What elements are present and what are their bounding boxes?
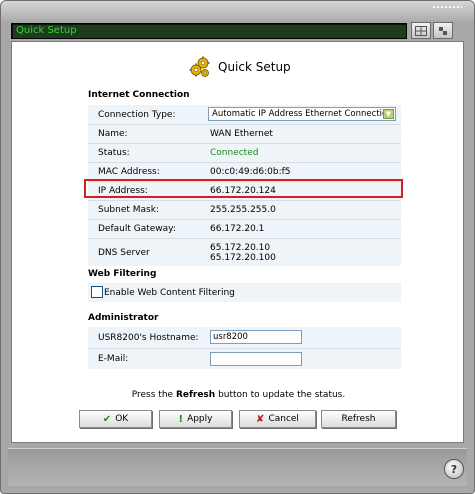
bottom-panel bbox=[8, 448, 467, 486]
mac-address-value: 00:c0:49:d6:0b:f5 bbox=[210, 167, 291, 177]
name-value: WAN Ethernet bbox=[210, 129, 273, 139]
web-filtering-heading: Web Filtering bbox=[88, 269, 157, 279]
mac-address-label: MAC Address: bbox=[98, 167, 160, 177]
checkmark-icon: ✔ bbox=[102, 413, 112, 425]
cancel-button[interactable]: ✘ Cancel bbox=[239, 410, 316, 428]
hostname-input[interactable]: usr8200 bbox=[210, 330, 302, 344]
email-row: E-Mail: bbox=[88, 348, 401, 369]
web-filtering-row: Enable Web Content Filtering bbox=[88, 283, 401, 302]
window-title-strip[interactable] bbox=[1, 1, 474, 23]
window-title: Quick Setup bbox=[16, 25, 77, 36]
refresh-note: Press the Refresh button to update the s… bbox=[12, 390, 465, 400]
info-row-status: Status: Connected bbox=[88, 143, 401, 162]
page-title: Quick Setup bbox=[218, 60, 291, 74]
refresh-note-prefix: Press the bbox=[131, 390, 176, 400]
web-filtering-panel: Enable Web Content Filtering bbox=[88, 283, 401, 302]
info-row-name: Name: WAN Ethernet bbox=[88, 124, 401, 143]
minimize-icon[interactable] bbox=[433, 22, 453, 39]
ok-button[interactable]: ✔ OK bbox=[79, 410, 152, 428]
default-gateway-label: Default Gateway: bbox=[98, 224, 176, 234]
x-icon: ✘ bbox=[256, 413, 265, 425]
refresh-button-label: Refresh bbox=[341, 414, 376, 424]
internet-connection-panel: Connection Type: Automatic IP Address Et… bbox=[88, 105, 401, 266]
hostname-row: USR8200's Hostname: usr8200 bbox=[88, 327, 401, 348]
dns-server-primary: 65.172.20.10 bbox=[210, 242, 271, 253]
exclamation-icon: ! bbox=[178, 413, 184, 425]
chevron-down-icon[interactable]: ▼ bbox=[383, 109, 394, 119]
status-value: Connected bbox=[210, 148, 259, 158]
help-icon[interactable]: ? bbox=[444, 459, 464, 479]
subnet-mask-value: 255.255.255.0 bbox=[210, 205, 276, 215]
window-title-bar: Quick Setup bbox=[11, 23, 407, 39]
connection-type-row: Connection Type: Automatic IP Address Et… bbox=[88, 105, 401, 124]
internet-connection-heading: Internet Connection bbox=[88, 90, 190, 100]
quick-setup-window: Quick Setup Quick Setup Internet Connect… bbox=[0, 0, 475, 494]
ok-button-label: OK bbox=[115, 414, 129, 424]
web-filtering-checkbox[interactable] bbox=[91, 286, 103, 298]
page-header: Quick Setup bbox=[188, 54, 291, 80]
info-row-gateway: Default Gateway: 66.172.20.1 bbox=[88, 219, 401, 238]
apply-button[interactable]: ! Apply bbox=[159, 410, 232, 428]
ip-address-value: 66.172.20.124 bbox=[210, 186, 276, 196]
connection-type-label: Connection Type: bbox=[98, 109, 176, 120]
gears-icon bbox=[188, 55, 212, 79]
ip-address-label: IP Address: bbox=[98, 186, 148, 196]
hostname-label: USR8200's Hostname: bbox=[98, 332, 199, 343]
administrator-heading: Administrator bbox=[88, 313, 159, 323]
info-row-mac: MAC Address: 00:c0:49:d6:0b:f5 bbox=[88, 162, 401, 181]
apply-button-label: Apply bbox=[187, 414, 213, 424]
layout-icon[interactable] bbox=[411, 22, 431, 39]
info-row-subnet: Subnet Mask: 255.255.255.0 bbox=[88, 200, 401, 219]
web-filtering-label[interactable]: Enable Web Content Filtering bbox=[104, 288, 235, 298]
window-grip[interactable] bbox=[432, 5, 462, 9]
refresh-note-suffix: button to update the status. bbox=[215, 390, 346, 400]
dns-server-label: DNS Server bbox=[98, 247, 150, 258]
info-row-ip: IP Address: 66.172.20.124 bbox=[88, 181, 401, 200]
dns-server-values: 65.172.20.10 65.172.20.100 bbox=[210, 243, 276, 263]
email-input[interactable] bbox=[210, 352, 302, 366]
status-label: Status: bbox=[98, 148, 130, 158]
subnet-mask-label: Subnet Mask: bbox=[98, 205, 159, 215]
administrator-panel: USR8200's Hostname: usr8200 E-Mail: bbox=[88, 327, 401, 369]
default-gateway-value: 66.172.20.1 bbox=[210, 224, 265, 234]
refresh-note-bold: Refresh bbox=[175, 390, 216, 400]
connection-type-select[interactable]: Automatic IP Address Ethernet Connection… bbox=[208, 107, 396, 121]
email-label: E-Mail: bbox=[98, 354, 129, 364]
refresh-button[interactable]: Refresh bbox=[321, 410, 396, 428]
name-label: Name: bbox=[98, 129, 128, 139]
cancel-button-label: Cancel bbox=[268, 414, 299, 424]
dns-server-secondary: 65.172.20.100 bbox=[210, 252, 276, 263]
quick-setup-content: Quick Setup Internet Connection Connecti… bbox=[11, 41, 464, 443]
info-row-dns: DNS Server 65.172.20.10 65.172.20.100 bbox=[88, 238, 401, 266]
connection-type-value: Automatic IP Address Ethernet Connection bbox=[212, 109, 393, 119]
